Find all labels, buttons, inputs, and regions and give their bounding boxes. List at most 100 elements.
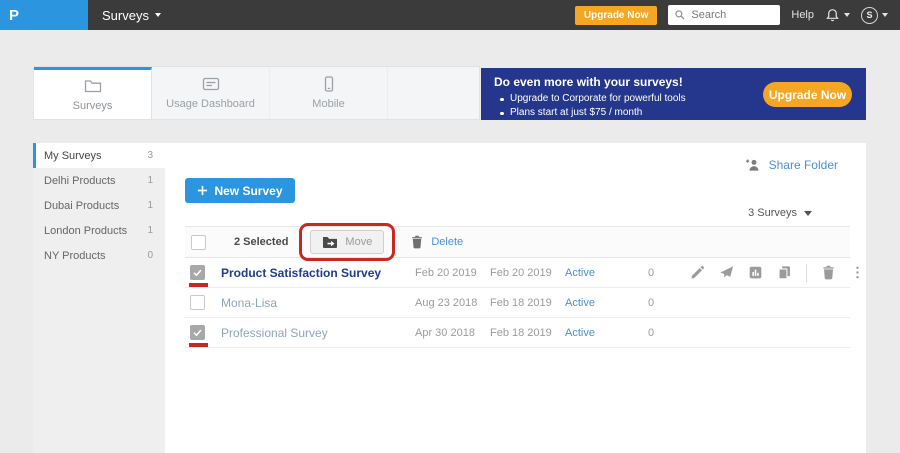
new-survey-button[interactable]: New Survey: [185, 178, 295, 203]
folder-icon: [84, 78, 102, 94]
tab-strip: Surveys Usage Dashboard Mobile: [33, 66, 480, 120]
delete-button[interactable]: Delete: [410, 235, 463, 249]
move-button[interactable]: Move: [310, 230, 384, 254]
tab-label: Surveys: [73, 100, 113, 112]
send-icon[interactable]: [719, 265, 734, 280]
folder-count: 1: [147, 225, 153, 236]
select-all-checkbox[interactable]: [191, 235, 206, 250]
tab-surveys[interactable]: Surveys: [34, 67, 152, 119]
caret-down-icon: [804, 211, 812, 216]
avatar: S: [861, 7, 878, 24]
mobile-icon: [320, 76, 338, 92]
dashboard-icon: [202, 76, 220, 92]
search-input[interactable]: [691, 9, 771, 21]
folder-count: 3: [147, 150, 153, 161]
tab-usage-dashboard[interactable]: Usage Dashboard: [152, 67, 270, 119]
folder-name: Delhi Products: [44, 175, 116, 187]
sidebar-item-dubai-products[interactable]: Dubai Products 1: [33, 193, 165, 218]
survey-title-link[interactable]: Professional Survey: [221, 326, 415, 340]
account-menu[interactable]: S: [861, 7, 888, 24]
share-person-icon: [745, 158, 762, 172]
surveys-table: 2 Selected Move Delete: [185, 226, 850, 348]
survey-title-link[interactable]: Mona-Lisa: [221, 296, 415, 310]
reports-icon[interactable]: [748, 265, 763, 280]
actions-divider: [806, 264, 807, 282]
bell-icon: [825, 8, 840, 23]
modified-date: Feb 18 2019: [490, 297, 565, 309]
app-menu-label: Surveys: [102, 8, 149, 23]
row-checkbox-cell: [185, 258, 221, 287]
more-options-icon[interactable]: [850, 265, 865, 280]
notifications-control[interactable]: [825, 8, 850, 23]
row-checkbox-checked[interactable]: [190, 265, 205, 280]
move-folder-icon: [322, 235, 338, 249]
new-survey-label: New Survey: [214, 184, 282, 198]
created-date: Feb 20 2019: [415, 267, 490, 279]
banner-bullet: Plans start at just $75 / month: [494, 106, 853, 120]
topbar-right: Upgrade Now Help S: [575, 5, 900, 25]
edit-icon[interactable]: [690, 265, 705, 280]
red-underline-annotation: [189, 283, 208, 287]
share-folder-link[interactable]: Share Folder: [745, 158, 838, 172]
caret-down-icon: [155, 13, 161, 17]
status-label[interactable]: Active: [565, 297, 648, 309]
table-row: Professional Survey Apr 30 2018 Feb 18 2…: [185, 318, 850, 348]
sidebar-item-ny-products[interactable]: NY Products 0: [33, 243, 165, 268]
top-bar: P Surveys Upgrade Now Help S: [0, 0, 900, 30]
folder-name: My Surveys: [44, 150, 101, 162]
search-box[interactable]: [668, 5, 780, 25]
proprofs-logo-icon: P: [9, 8, 19, 23]
surveys-dashboard-page: P Surveys Upgrade Now Help S: [0, 0, 900, 453]
created-date: Aug 23 2018: [415, 297, 490, 309]
table-row: Mona-Lisa Aug 23 2018 Feb 18 2019 Active…: [185, 288, 850, 318]
tab-label: Usage Dashboard: [166, 98, 255, 110]
move-button-wrapper: Move: [310, 230, 384, 254]
duplicate-icon[interactable]: [777, 265, 792, 280]
sidebar-item-delhi-products[interactable]: Delhi Products 1: [33, 168, 165, 193]
folder-name: London Products: [44, 225, 127, 237]
banner-upgrade-button[interactable]: Upgrade Now: [763, 82, 852, 107]
folder-count: 1: [147, 200, 153, 211]
promo-banner: Do even more with your surveys! Upgrade …: [481, 68, 866, 120]
survey-title-link[interactable]: Product Satisfaction Survey: [221, 266, 415, 280]
row-checkbox-checked[interactable]: [190, 325, 205, 340]
status-label[interactable]: Active: [565, 267, 648, 279]
brand-block: P: [0, 0, 88, 30]
folder-count: 1: [147, 175, 153, 186]
bulk-action-bar: 2 Selected Move Delete: [185, 226, 850, 258]
caret-down-icon: [844, 13, 850, 17]
red-underline-annotation: [189, 343, 208, 347]
delete-label: Delete: [431, 236, 463, 248]
row-checkbox-cell: [185, 288, 221, 317]
search-icon: [674, 9, 686, 21]
modified-date: Feb 18 2019: [490, 327, 565, 339]
selected-count-label: 2 Selected: [234, 236, 288, 248]
table-row: Product Satisfaction Survey Feb 20 2019 …: [185, 258, 850, 288]
plus-icon: [197, 185, 208, 196]
row-checkbox-cell: [185, 318, 221, 347]
status-label[interactable]: Active: [565, 327, 648, 339]
tab-mobile[interactable]: Mobile: [270, 67, 388, 119]
help-link[interactable]: Help: [791, 9, 814, 21]
upgrade-now-button[interactable]: Upgrade Now: [575, 6, 657, 25]
surveys-count-dropdown[interactable]: 3 Surveys: [748, 207, 812, 219]
trash-icon: [410, 235, 424, 249]
surveys-dropdown-label: 3 Surveys: [748, 207, 797, 219]
trash-icon[interactable]: [821, 265, 836, 280]
modified-date: Feb 20 2019: [490, 267, 565, 279]
responses-count: 0: [648, 297, 690, 309]
app-switcher-menu[interactable]: Surveys: [102, 8, 161, 23]
responses-count: 0: [648, 327, 690, 339]
row-actions: [690, 264, 871, 282]
sidebar-item-my-surveys[interactable]: My Surveys 3: [33, 143, 165, 168]
move-label: Move: [345, 236, 372, 248]
folders-sidebar: My Surveys 3 Delhi Products 1 Dubai Prod…: [33, 143, 165, 453]
tab-label: Mobile: [312, 98, 344, 110]
share-folder-label: Share Folder: [769, 158, 838, 172]
caret-down-icon: [882, 13, 888, 17]
folder-name: NY Products: [44, 250, 106, 262]
responses-count: 0: [648, 267, 690, 279]
main-panel: Share Folder New Survey 3 Surveys 2 Sele…: [165, 143, 866, 453]
sidebar-item-london-products[interactable]: London Products 1: [33, 218, 165, 243]
row-checkbox[interactable]: [190, 295, 205, 310]
